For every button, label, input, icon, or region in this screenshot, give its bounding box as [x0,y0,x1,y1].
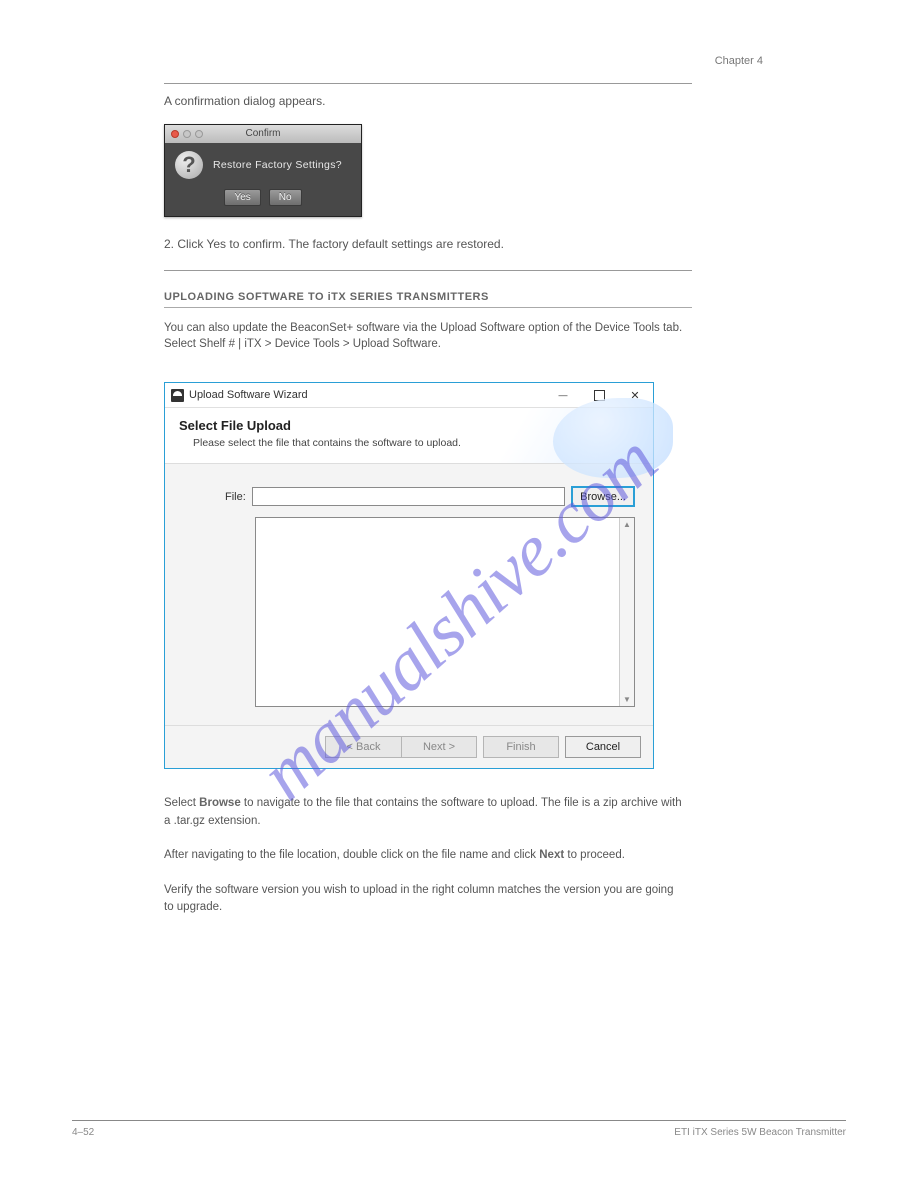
wizard-subtext: Please select the file that contains the… [193,437,639,449]
instructions-paragraph: Select Browse to navigate to the file th… [164,795,686,916]
browse-button[interactable]: Browse... [571,486,635,507]
scrollbar[interactable]: ▲ ▼ [619,518,634,706]
footer-divider [72,1120,846,1121]
file-path-input[interactable] [252,487,565,506]
back-button: < Back [325,736,401,758]
mid-divider [164,270,692,271]
page-number: 4–52 [72,1127,94,1138]
scroll-down-icon[interactable]: ▼ [623,693,631,706]
section-body: You can also update the BeaconSet+ softw… [164,320,686,352]
footer-product: ETI iTX Series 5W Beacon Transmitter [674,1127,846,1138]
confirm-message: Restore Factory Settings? [213,159,342,171]
intro-text: A confirmation dialog appears. [164,94,686,110]
no-button[interactable]: No [269,189,302,206]
minimize-icon[interactable] [549,385,577,405]
upload-log-box: ▲ ▼ [255,517,635,707]
chapter-header: Chapter 4 [715,55,763,67]
cancel-button[interactable]: Cancel [565,736,641,758]
yes-button[interactable]: Yes [224,189,260,206]
close-traffic-icon[interactable] [171,130,179,138]
wizard-title: Upload Software Wizard [189,389,308,401]
finish-button: Finish [483,736,559,758]
section-heading: UPLOADING SOFTWARE TO iTX SERIES TRANSMI… [164,291,846,303]
app-icon [171,389,184,402]
heading-underline [164,307,692,308]
top-divider [164,83,692,84]
next-button: Next > [401,736,477,758]
zoom-traffic-icon [195,130,203,138]
wizard-heading: Select File Upload [179,418,639,433]
upload-software-wizard: Upload Software Wizard Select File Uploa… [164,382,654,769]
file-label: File: [225,491,246,503]
confirm-dialog: Confirm ? Restore Factory Settings? Yes … [164,124,362,217]
confirm-titlebar: Confirm [165,125,361,143]
wizard-titlebar: Upload Software Wizard [165,383,653,408]
question-icon: ? [175,151,203,179]
minimize-traffic-icon [183,130,191,138]
scroll-up-icon[interactable]: ▲ [623,518,631,531]
step-2-text: 2. Click Yes to confirm. The factory def… [164,237,686,253]
